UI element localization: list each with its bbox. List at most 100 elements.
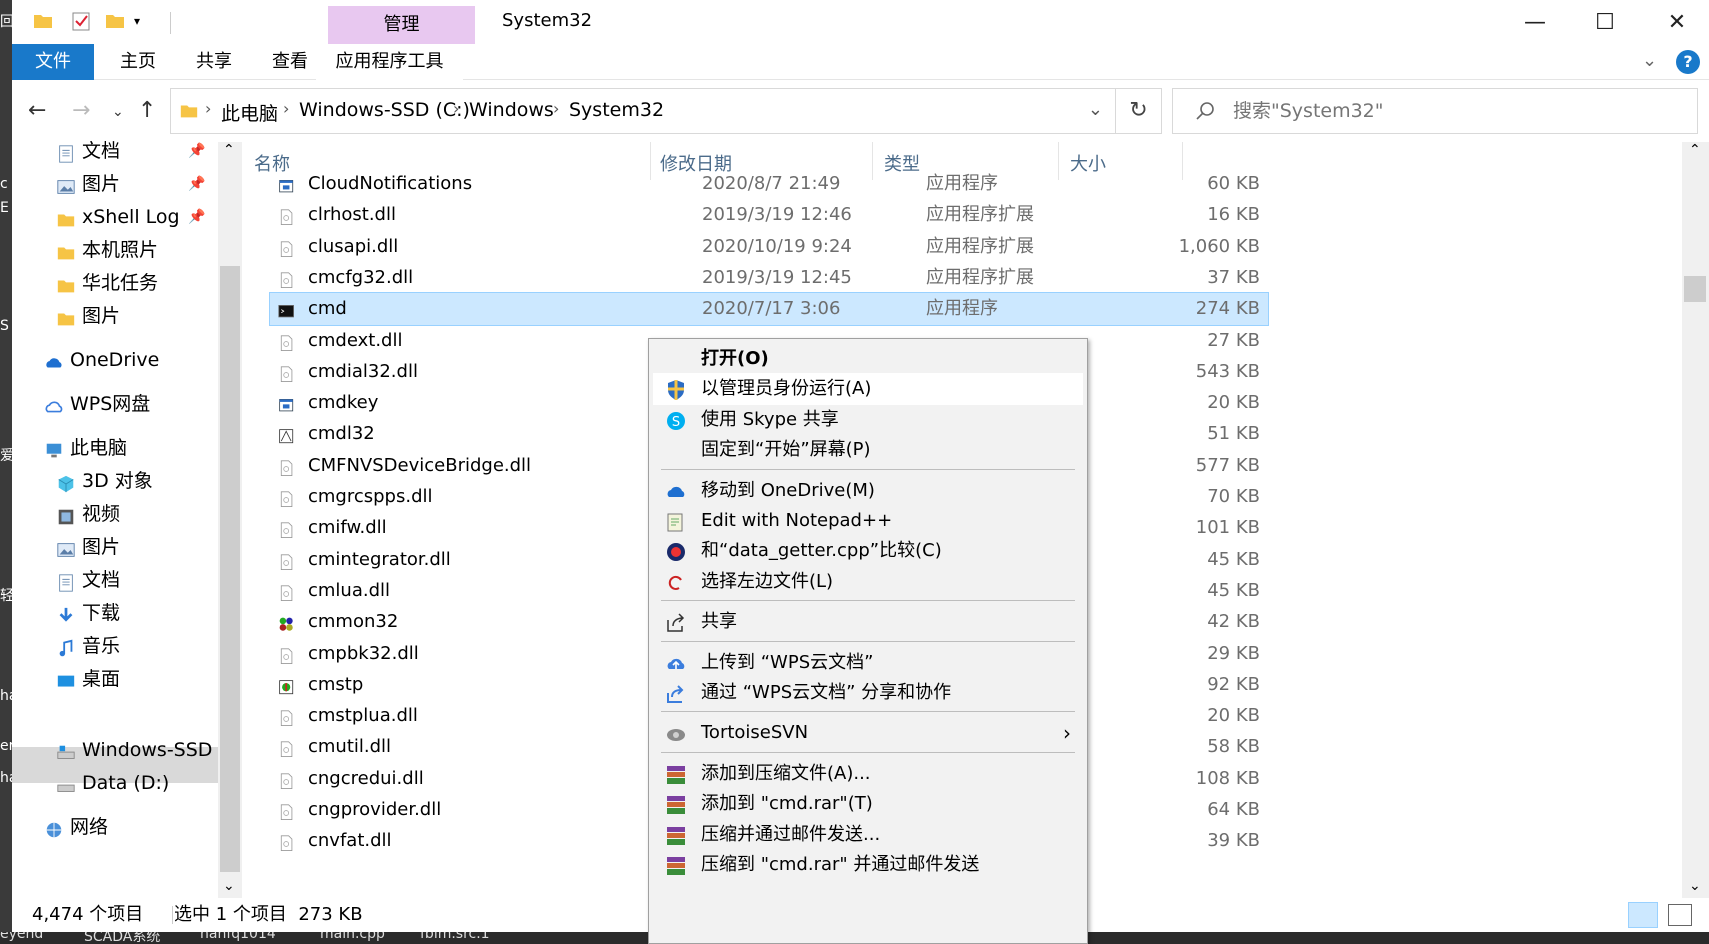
scroll-down-icon[interactable]: ⌄ — [223, 878, 235, 894]
scroll-up-icon[interactable]: ⌃ — [223, 142, 235, 158]
pin-icon[interactable]: 📌 — [188, 134, 205, 168]
file-list-scrollbar-thumb[interactable] — [1684, 276, 1706, 302]
nav-scrollbar-thumb[interactable] — [220, 266, 240, 872]
back-icon[interactable]: ← — [28, 98, 46, 123]
table-row[interactable]: clusapi.dll 2020/10/19 9:24 应用程序扩展 1,060 KB — [270, 231, 1268, 263]
nav-item-wps-cloud[interactable]: WPS网盘 — [44, 387, 218, 421]
nav-item-drive-c[interactable]: Windows-SSD ( — [56, 733, 226, 767]
address-history-chevron-icon[interactable]: ⌄ — [1088, 99, 1103, 120]
expand-ribbon-icon[interactable]: ⌄ — [1642, 50, 1657, 71]
taskbar-item[interactable]: SCADA系统 — [84, 932, 160, 944]
nav-item-3d-objects[interactable]: 3D 对象 — [56, 464, 218, 498]
menu-item[interactable]: 移动到 OneDrive(M) — [653, 475, 1083, 507]
menu-item[interactable]: Edit with Notepad++ — [653, 505, 1083, 537]
menu-item[interactable]: 以管理员身份运行(A) — [653, 373, 1083, 406]
nav-item-folder[interactable]: 华北任务 — [56, 266, 218, 300]
search-input[interactable] — [1233, 97, 1673, 125]
nav-item-documents[interactable]: 文档 — [56, 563, 218, 597]
recent-locations-icon[interactable]: ⌄ — [112, 104, 124, 120]
large-icons-view-icon[interactable] — [1668, 904, 1692, 926]
nav-item-documents[interactable]: 文档 📌 — [56, 134, 218, 168]
pin-icon[interactable]: 📌 — [188, 167, 205, 201]
file-name: clusapi.dll — [308, 235, 399, 257]
menu-item[interactable]: TortoiseSVN › — [653, 717, 1083, 749]
tab-file[interactable]: 文件 — [12, 44, 94, 80]
breadcrumb-this-pc[interactable]: 此电脑 — [221, 99, 278, 126]
address-bar[interactable]: › 此电脑 › Windows-SSD (C:) › Windows › Sys… — [170, 88, 1116, 134]
menu-item[interactable]: 共享 — [653, 606, 1083, 638]
pin-icon[interactable]: 📌 — [188, 200, 205, 234]
file-name: cmpbk32.dll — [308, 642, 419, 664]
refresh-icon[interactable]: ↻ — [1116, 88, 1162, 134]
nav-item-folder[interactable]: xShell Log 📌 — [56, 200, 218, 234]
folder-icon[interactable] — [32, 10, 54, 32]
ribbon-tabs: 文件 主页 共享 查看 应用程序工具 ⌄ ? — [12, 44, 1709, 80]
nav-item-downloads[interactable]: 下载 — [56, 596, 218, 630]
forward-icon[interactable]: → — [72, 98, 90, 123]
new-folder-icon[interactable] — [104, 10, 126, 32]
context-menu: 打开(O) 以管理员身份运行(A) S 使用 Skype 共享 固定到“开始”屏幕(P)… — [648, 338, 1088, 944]
breadcrumb-separator-icon[interactable]: › — [553, 99, 559, 118]
menu-item[interactable]: S 使用 Skype 共享 — [653, 404, 1083, 436]
compare-icon — [665, 541, 687, 563]
menu-item[interactable]: 和“data_getter.cpp”比较(C) — [653, 535, 1083, 567]
nav-item-folder[interactable]: 本机照片 — [56, 233, 218, 267]
taskbar-item[interactable]: main.cpp — [320, 932, 385, 942]
nav-item-pictures[interactable]: 图片 — [56, 530, 218, 564]
table-row[interactable]: cmd 2020/7/17 3:06 应用程序 274 KB — [269, 292, 1269, 327]
file-size: 16 KB — [1207, 204, 1260, 226]
breadcrumb-separator-icon[interactable]: › — [453, 99, 459, 118]
maximize-button[interactable]: ☐ — [1590, 8, 1620, 38]
file-list-scrollbar[interactable]: ⌃ ⌄ — [1682, 142, 1709, 898]
dll-icon — [278, 645, 296, 664]
menu-item[interactable]: 打开(O) — [653, 343, 1083, 375]
breadcrumb-system32[interactable]: System32 — [569, 99, 664, 121]
table-row[interactable]: CloudNotifications 2020/8/7 21:49 应用程序 60 K… — [270, 168, 1268, 200]
table-row[interactable]: clrhost.dll 2019/3/19 12:46 应用程序扩展 16 KB — [270, 199, 1268, 231]
breadcrumb-separator-icon[interactable]: › — [283, 99, 289, 118]
nav-item-pictures[interactable]: 图片 📌 — [56, 167, 218, 201]
menu-item[interactable]: 添加到 "cmd.rar"(T) — [653, 788, 1083, 820]
breadcrumb-windows[interactable]: Windows — [469, 99, 554, 121]
table-row[interactable]: cmcfg32.dll 2019/3/19 12:45 应用程序扩展 37 KB — [270, 262, 1268, 294]
details-view-icon[interactable] — [1628, 902, 1658, 928]
nav-item-label: 本机照片 — [82, 239, 159, 261]
nav-item-desktop[interactable]: 桌面 — [56, 662, 218, 696]
breadcrumb-drive-c[interactable]: Windows-SSD (C:) — [299, 99, 470, 121]
help-button[interactable]: ? — [1676, 50, 1700, 74]
tab-share[interactable]: 共享 — [184, 44, 244, 80]
file-name: cmdkey — [308, 392, 379, 414]
contextual-tab-manage[interactable]: 管理 — [328, 6, 475, 44]
taskbar-item[interactable]: eyend — [0, 932, 43, 942]
menu-item[interactable]: 固定到“开始”屏幕(P) — [653, 434, 1083, 466]
taskbar-item[interactable]: hanfq1014 — [200, 932, 276, 942]
nav-item-folder[interactable]: 图片 — [56, 299, 218, 333]
minimize-button[interactable]: — — [1520, 8, 1550, 38]
nav-item-drive[interactable]: Data (D:) — [56, 766, 218, 800]
tab-home[interactable]: 主页 — [108, 44, 168, 80]
menu-item[interactable]: 通过 “WPS云文档” 分享和协作 — [653, 677, 1083, 709]
menu-item[interactable]: 压缩并通过邮件发送... — [653, 819, 1083, 851]
menu-item[interactable]: 添加到压缩文件(A)... — [653, 758, 1083, 790]
close-button[interactable]: ✕ — [1662, 8, 1692, 38]
breadcrumb-separator-icon[interactable]: › — [205, 99, 211, 118]
menu-item[interactable]: 压缩到 "cmd.rar" 并通过邮件发送 — [653, 849, 1083, 881]
properties-icon[interactable] — [70, 10, 92, 32]
nav-item-onedrive[interactable]: OneDrive — [44, 343, 218, 377]
nav-item-videos[interactable]: 视频 — [56, 497, 218, 531]
scroll-down-icon[interactable]: ⌄ — [1689, 878, 1701, 894]
taskbar-item[interactable]: fbim.src.1 — [420, 932, 490, 942]
tab-app-tools[interactable]: 应用程序工具 — [316, 44, 463, 80]
search-box[interactable] — [1172, 88, 1698, 134]
chevron-down-icon[interactable]: ▾ — [134, 14, 156, 36]
menu-item[interactable]: 选择左边文件(L) — [653, 566, 1083, 598]
nav-item-music[interactable]: 音乐 — [56, 629, 218, 663]
dll-icon — [278, 269, 296, 288]
tab-view[interactable]: 查看 — [260, 44, 320, 80]
menu-item[interactable]: 上传到 “WPS云文档” — [653, 647, 1083, 679]
nav-item-this-pc[interactable]: 此电脑 — [44, 431, 218, 465]
nav-item-network[interactable]: 网络 — [44, 810, 218, 844]
scroll-up-icon[interactable]: ⌃ — [1689, 142, 1701, 158]
up-icon[interactable]: ↑ — [138, 98, 156, 123]
dll-icon — [278, 770, 296, 789]
